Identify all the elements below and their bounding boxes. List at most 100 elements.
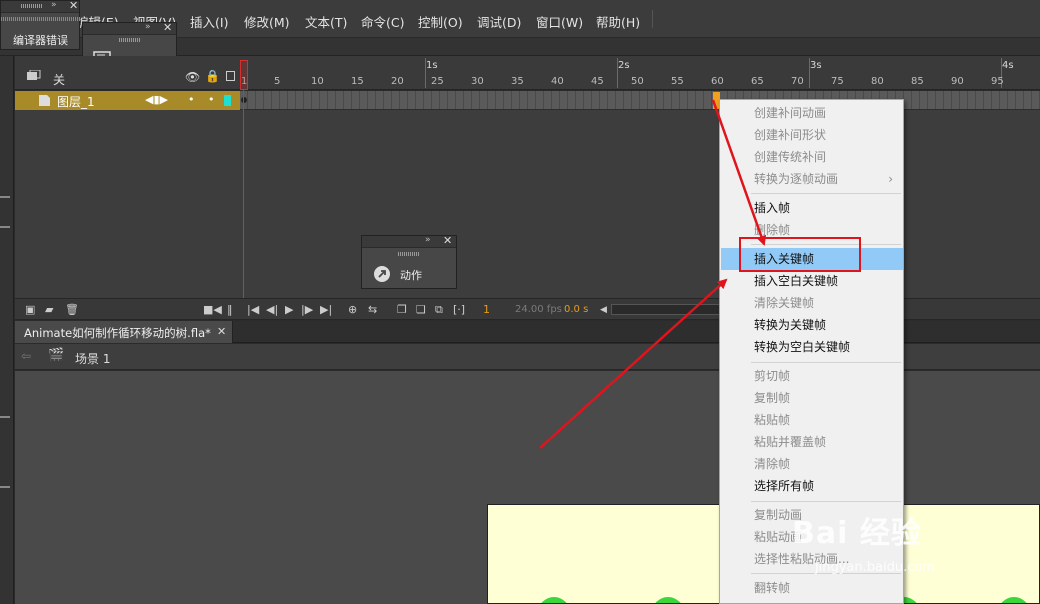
panel-header[interactable]: » ✕: [83, 21, 176, 35]
back-arrow-icon[interactable]: ⇦: [21, 349, 31, 363]
play-icon[interactable]: ▶: [285, 303, 293, 316]
menu-insert[interactable]: 插入(I): [190, 12, 228, 31]
frames-row[interactable]: [240, 91, 1040, 110]
layer-nav-icon[interactable]: ◀▮▶: [145, 93, 168, 106]
tool-marker[interactable]: [0, 486, 10, 488]
menu-cut-frames[interactable]: 剪切帧: [721, 365, 903, 387]
loop-icon[interactable]: ⇆: [368, 303, 377, 316]
onion-outline-icon[interactable]: ❏: [416, 303, 426, 316]
outline-icon[interactable]: [226, 71, 235, 81]
layers-icon: [27, 70, 41, 80]
timeline-scrollbar[interactable]: [611, 304, 721, 315]
new-folder-icon[interactable]: ▰: [45, 303, 53, 316]
menu-separator: [751, 362, 901, 363]
delete-layer-icon[interactable]: 🗑: [65, 303, 79, 316]
current-frame[interactable]: 1: [483, 303, 490, 316]
document-tab[interactable]: Animate如何制作循环移动的树.fla* ✕: [15, 321, 233, 343]
layer-color-swatch[interactable]: [224, 95, 231, 106]
menu-window[interactable]: 窗口(W): [536, 12, 583, 31]
watermark-url: jingyan.baidu.com: [815, 560, 935, 575]
separator-icon: ‖: [227, 303, 233, 316]
layer-name[interactable]: 图层_1: [57, 93, 95, 110]
elapsed-time[interactable]: 0.0 s: [564, 304, 588, 315]
new-layer-icon[interactable]: ▣: [25, 303, 35, 316]
menu-copy-frames[interactable]: 复制帧: [721, 387, 903, 409]
menu-help[interactable]: 帮助(H): [596, 12, 640, 31]
grip-icon[interactable]: [119, 38, 141, 42]
frame-number: 50: [631, 76, 644, 87]
close-icon[interactable]: ✕: [443, 234, 452, 247]
menu-create-shape-tween[interactable]: 创建补间形状: [721, 124, 903, 146]
menu-create-classic-tween[interactable]: 创建传统补间: [721, 146, 903, 168]
compiler-errors-panel[interactable]: » ✕ 编译器错误: [0, 0, 81, 50]
menu-control[interactable]: 控制(O): [418, 12, 463, 31]
menu-paste-frames[interactable]: 粘贴帧: [721, 409, 903, 431]
second-label: 2s: [618, 60, 630, 71]
frame-number: 20: [391, 76, 404, 87]
actions-panel[interactable]: » ✕ 动作: [361, 234, 457, 289]
tree-circle[interactable]: [998, 597, 1030, 603]
grip-bar: [1, 17, 81, 21]
grip-icon[interactable]: [21, 4, 43, 8]
frame-number: 85: [911, 76, 924, 87]
frame-rate[interactable]: 24.00 fps: [515, 304, 562, 315]
frame-number: 5: [274, 76, 281, 87]
action-arrow-icon: [374, 266, 390, 282]
last-frame-icon[interactable]: ▶|: [320, 303, 332, 316]
menu-commands[interactable]: 命令(C): [361, 12, 404, 31]
visibility-dot[interactable]: •: [188, 93, 195, 106]
menu-convert-to-keyframes[interactable]: 转换为关键帧: [721, 314, 903, 336]
menu-debug[interactable]: 调试(D): [477, 12, 521, 31]
lock-icon[interactable]: 🔒: [205, 69, 220, 83]
panel-header[interactable]: » ✕: [1, 0, 79, 13]
menu-clear-frames[interactable]: 清除帧: [721, 453, 903, 475]
edit-multiple-icon[interactable]: ⧉: [435, 303, 443, 317]
collapse-icon[interactable]: »: [51, 0, 57, 10]
first-frame-icon[interactable]: |◀: [247, 303, 259, 316]
menu-paste-overwrite-frames[interactable]: 粘贴并覆盖帧: [721, 431, 903, 453]
menu-convert-frame-by-frame[interactable]: 转换为逐帧动画 ›: [721, 168, 903, 190]
menu-select-all-frames[interactable]: 选择所有帧: [721, 475, 903, 497]
marker-icon[interactable]: [·]: [453, 303, 465, 316]
tool-marker[interactable]: [0, 416, 10, 418]
menu-insert-frame[interactable]: 插入帧: [721, 197, 903, 219]
layer-icon: [39, 95, 50, 106]
menu-convert-to-blank-keyframes[interactable]: 转换为空白关键帧: [721, 336, 903, 358]
close-icon[interactable]: ✕: [163, 21, 172, 34]
frame-number: 80: [871, 76, 884, 87]
tree-circle[interactable]: [538, 597, 570, 603]
next-frame-icon[interactable]: |▶: [301, 303, 313, 316]
close-icon[interactable]: ✕: [69, 0, 78, 12]
eye-icon[interactable]: 👁: [185, 70, 200, 84]
layer-row[interactable]: 图层_1 ◀▮▶ • •: [15, 91, 240, 110]
scene-label[interactable]: 场景 1: [75, 350, 110, 367]
grip-icon[interactable]: [398, 252, 420, 256]
menu-insert-blank-keyframe[interactable]: 插入空白关键帧: [721, 270, 903, 292]
menu-convert-frame-by-frame-label: 转换为逐帧动画: [754, 172, 839, 186]
frame-ruler[interactable]: 1s 2s 3s 4s 1 5 10 15 20 25 30 35 40 45 …: [240, 56, 1040, 90]
center-frame-icon[interactable]: ⊕: [348, 303, 357, 316]
document-tab-title[interactable]: Animate如何制作循环移动的树.fla*: [24, 325, 211, 341]
prev-frame-icon[interactable]: ◀|: [266, 303, 278, 316]
tool-marker[interactable]: [0, 196, 10, 198]
frame-number: 70: [791, 76, 804, 87]
collapse-icon[interactable]: »: [425, 235, 431, 245]
scroll-left-icon[interactable]: ◀: [600, 305, 607, 315]
playhead-handle[interactable]: [240, 60, 248, 90]
menu-modify[interactable]: 修改(M): [244, 12, 290, 31]
panel-header[interactable]: » ✕: [362, 234, 456, 248]
lock-dot[interactable]: •: [208, 93, 215, 106]
onion-skin-icon[interactable]: ❐: [397, 303, 407, 316]
playhead[interactable]: [240, 60, 248, 298]
menu-text[interactable]: 文本(T): [305, 12, 347, 31]
menu-create-motion-tween[interactable]: 创建补间动画: [721, 102, 903, 124]
menu-reverse-frames[interactable]: 翻转帧: [721, 577, 903, 599]
timeline-header-label: 关: [53, 73, 66, 87]
menu-clear-keyframe[interactable]: 清除关键帧: [721, 292, 903, 314]
collapse-icon[interactable]: »: [145, 22, 151, 32]
close-tab-icon[interactable]: ✕: [217, 325, 226, 338]
tree-circle[interactable]: [652, 597, 684, 603]
tool-marker[interactable]: [0, 226, 10, 228]
camera-icon[interactable]: ■◀: [203, 303, 222, 316]
frame-number: 25: [431, 76, 444, 87]
